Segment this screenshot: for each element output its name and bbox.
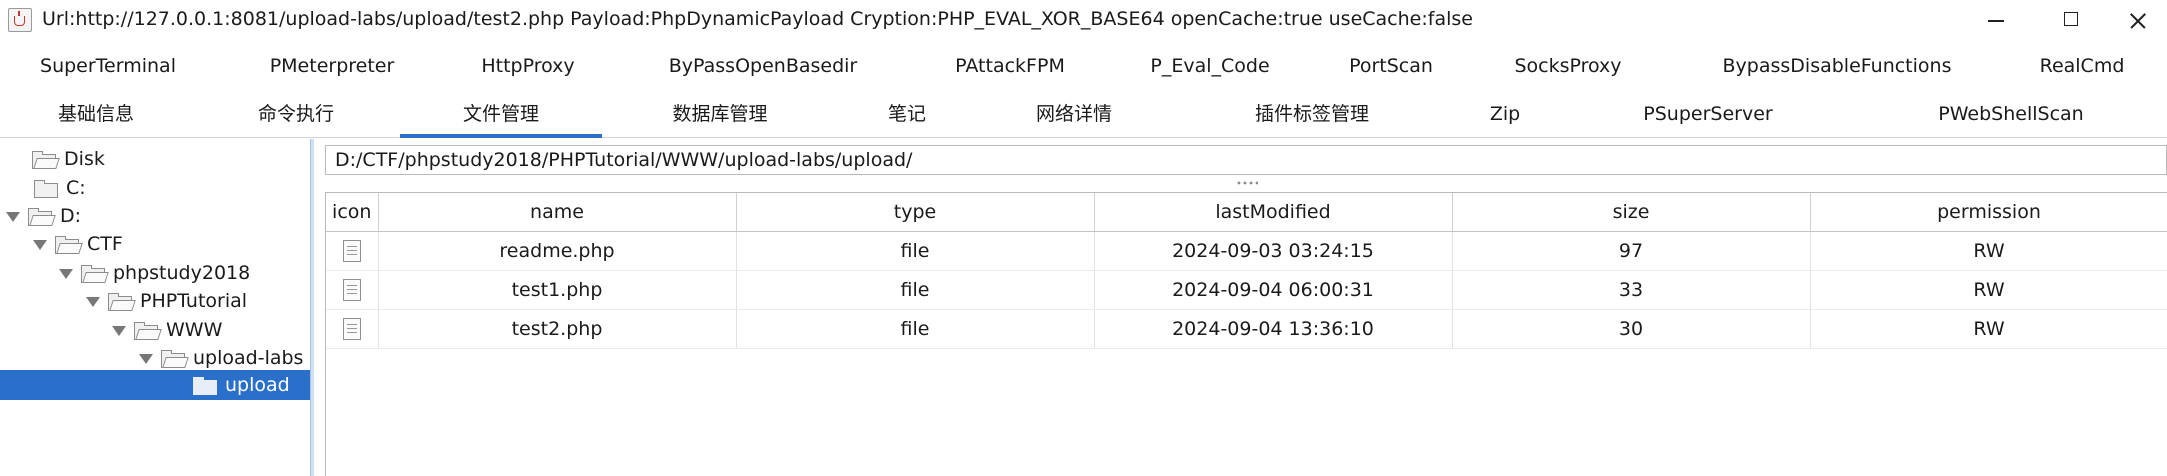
tree-node-d[interactable]: D: — [6, 202, 81, 230]
tab-bypassdisablefunctions[interactable]: BypassDisableFunctions — [1672, 42, 2002, 90]
tab-network-details[interactable]: 网络详情 — [976, 90, 1172, 138]
folder-icon — [193, 376, 219, 395]
column-header-lastmodified[interactable]: lastModified — [1094, 193, 1453, 232]
expand-toggle-icon[interactable] — [6, 211, 20, 222]
java-app-icon — [8, 8, 32, 32]
expand-toggle-icon[interactable] — [86, 296, 100, 307]
expand-toggle-icon[interactable] — [112, 325, 126, 336]
tree-node-www[interactable]: WWW — [112, 316, 222, 344]
file-permission: RW — [1810, 231, 2167, 271]
table-header-row: icon name type lastModified size permiss… — [326, 193, 2167, 232]
table-row[interactable]: readme.php file 2024-09-03 03:24:15 97 R… — [326, 231, 2167, 271]
window-title: Url:http://127.0.0.1:8081/upload-labs/up… — [42, 8, 1473, 30]
folder-open-icon — [108, 292, 136, 311]
tab-command-exec[interactable]: 命令执行 — [208, 90, 384, 138]
file-table: icon name type lastModified size permiss… — [325, 192, 2167, 476]
column-header-icon[interactable]: icon — [326, 193, 379, 232]
tab-file-manager[interactable]: 文件管理 — [400, 90, 602, 138]
maximize-icon — [2064, 12, 2078, 26]
plugin-tab-row: SuperTerminal PMeterpreter HttpProxy ByP… — [0, 42, 2167, 90]
close-button[interactable] — [2107, 0, 2167, 42]
folder-icon — [34, 179, 60, 198]
tab-notes[interactable]: 笔记 — [838, 90, 976, 138]
file-icon — [342, 279, 361, 302]
folder-open-icon — [81, 264, 109, 283]
minimize-icon — [1988, 20, 2004, 22]
expand-toggle-icon[interactable] — [59, 268, 73, 279]
tree-node-c[interactable]: C: — [34, 174, 86, 202]
tab-superterminal[interactable]: SuperTerminal — [0, 42, 216, 90]
tab-httpproxy[interactable]: HttpProxy — [448, 42, 608, 90]
tree-node-disk[interactable]: Disk — [4, 145, 105, 173]
folder-open-icon — [161, 349, 189, 368]
file-size: 97 — [1452, 231, 1811, 271]
tab-p-eval-code[interactable]: P_Eval_Code — [1102, 42, 1318, 90]
tab-basic-info[interactable]: 基础信息 — [0, 90, 192, 138]
file-last-modified: 2024-09-04 13:36:10 — [1094, 309, 1453, 349]
tab-psuperserver[interactable]: PSuperServer — [1558, 90, 1858, 138]
file-type: file — [736, 309, 1095, 349]
tab-realcmd[interactable]: RealCmd — [2002, 42, 2162, 90]
split-pane-divider[interactable] — [310, 139, 314, 476]
path-input[interactable] — [325, 145, 2167, 175]
splitter-grip-icon[interactable] — [1236, 181, 1258, 185]
file-name: readme.php — [378, 231, 737, 271]
tab-zip[interactable]: Zip — [1452, 90, 1558, 138]
minimize-button[interactable] — [1966, 0, 2026, 42]
file-size: 33 — [1452, 270, 1811, 310]
file-type: file — [736, 270, 1095, 310]
table-row[interactable]: test2.php file 2024-09-04 13:36:10 30 RW — [326, 309, 2167, 349]
tree-node-ctf[interactable]: CTF — [33, 230, 123, 258]
maximize-button[interactable] — [2042, 0, 2102, 42]
file-size: 30 — [1452, 309, 1811, 349]
file-permission: RW — [1810, 270, 2167, 310]
tab-plugin-tag-manager[interactable]: 插件标签管理 — [1172, 90, 1452, 138]
file-type: file — [736, 231, 1095, 271]
file-icon — [342, 318, 361, 341]
file-name: test1.php — [378, 270, 737, 310]
column-header-name[interactable]: name — [378, 193, 737, 232]
tab-database-manager[interactable]: 数据库管理 — [602, 90, 838, 138]
title-bar: Url:http://127.0.0.1:8081/upload-labs/up… — [0, 0, 2167, 42]
tab-bypassopenbasedir[interactable]: ByPassOpenBasedir — [608, 42, 918, 90]
expand-toggle-icon[interactable] — [139, 353, 153, 364]
tree-node-phptutorial[interactable]: PHPTutorial — [86, 287, 247, 315]
tab-pmeterpreter[interactable]: PMeterpreter — [216, 42, 448, 90]
tab-portscan[interactable]: PortScan — [1318, 42, 1464, 90]
expand-toggle-icon[interactable] — [33, 239, 47, 250]
tree-node-upload[interactable]: upload — [193, 371, 290, 399]
column-header-permission[interactable]: permission — [1810, 193, 2167, 232]
file-last-modified: 2024-09-03 03:24:15 — [1094, 231, 1453, 271]
tree-node-upload-labs[interactable]: upload-labs — [139, 344, 303, 372]
folder-open-icon — [55, 235, 83, 254]
file-name: test2.php — [378, 309, 737, 349]
main-tab-row: 基础信息 命令执行 文件管理 数据库管理 笔记 网络详情 插件标签管理 Zip … — [0, 90, 2167, 138]
tab-pwebshellscan[interactable]: PWebShellScan — [1858, 90, 2164, 138]
file-last-modified: 2024-09-04 06:00:31 — [1094, 270, 1453, 310]
table-row[interactable]: test1.php file 2024-09-04 06:00:31 33 RW — [326, 270, 2167, 310]
tree-node-phpstudy2018[interactable]: phpstudy2018 — [59, 259, 250, 287]
tab-socksproxy[interactable]: SocksProxy — [1464, 42, 1672, 90]
folder-open-icon — [28, 207, 56, 226]
file-permission: RW — [1810, 309, 2167, 349]
folder-open-icon — [32, 150, 60, 169]
column-header-size[interactable]: size — [1452, 193, 1811, 232]
folder-open-icon — [134, 321, 162, 340]
column-header-type[interactable]: type — [736, 193, 1095, 232]
file-icon — [342, 240, 361, 263]
tab-pattackfpm[interactable]: PAttackFPM — [918, 42, 1102, 90]
